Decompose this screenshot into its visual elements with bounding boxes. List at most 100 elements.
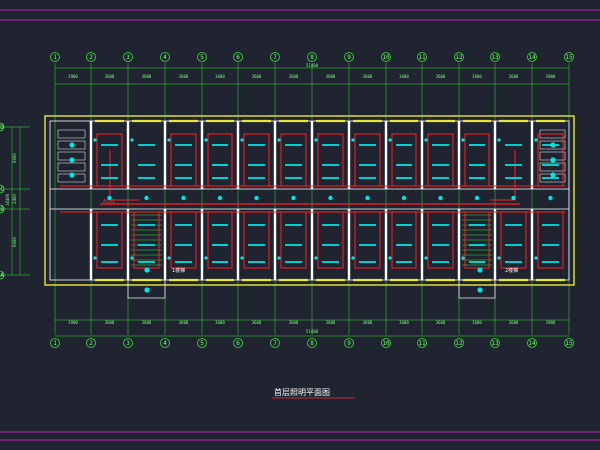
axis-number-bottom: 1 — [53, 340, 57, 347]
axis-number-top: 4 — [163, 54, 167, 61]
switch-icon — [167, 138, 171, 142]
bottom-dimension: 3600 — [105, 320, 115, 325]
axis-number-bottom: 15 — [565, 340, 573, 347]
corridor-light — [328, 195, 333, 201]
axis-number-top: 1 — [53, 54, 57, 61]
left-dimension: 6000 — [12, 237, 17, 247]
top-dimension: 3600 — [142, 74, 152, 79]
switch-icon — [388, 138, 392, 142]
corridor-light — [438, 195, 443, 201]
wiring-feeder-right — [490, 150, 516, 201]
floor-plan-drawing: 1122334455667788991010111112121313141415… — [0, 9, 600, 441]
bottom-dimension: 3600 — [436, 320, 446, 325]
axis-number-bottom: 7 — [273, 340, 277, 347]
bottom-dimension: 3600 — [326, 320, 336, 325]
top-dimension: 3600 — [436, 74, 446, 79]
ceiling-light — [69, 172, 75, 178]
switch-icon — [497, 256, 501, 260]
top-dimension: 3600 — [509, 74, 519, 79]
axis-number-bottom: 14 — [528, 340, 536, 347]
switch-icon — [204, 138, 208, 142]
bottom-dimension: 3600 — [399, 320, 409, 325]
bottom-dimension: 3600 — [252, 320, 262, 325]
bottom-total-dimension: 51400 — [306, 329, 319, 334]
wiring-lower-room — [170, 212, 197, 269]
switch-icon — [497, 138, 501, 142]
top-dimension: 3600 — [399, 74, 409, 79]
axis-number-top: 15 — [565, 54, 573, 61]
axis-number-bottom: 3 — [126, 340, 130, 347]
top-dimension: 3600 — [472, 74, 482, 79]
axis-number-bottom: 4 — [163, 340, 167, 347]
corridor-light — [401, 195, 407, 201]
wiring-lower-room — [207, 212, 233, 269]
switch-icon — [93, 138, 97, 142]
ceiling-light — [144, 287, 150, 293]
corridor-light — [511, 195, 516, 201]
ceiling-light — [69, 157, 75, 163]
axis-number-bottom: 10 — [382, 340, 390, 347]
switch-icon — [351, 256, 355, 260]
ceiling-light — [144, 267, 150, 273]
axis-labels: 1122334455667788991010111112121313141415… — [0, 54, 573, 347]
axis-number-top: 7 — [273, 54, 277, 61]
toilet-stall — [57, 129, 86, 139]
ceiling-light — [550, 142, 556, 148]
switch-icon — [93, 256, 97, 260]
corridor-light — [254, 195, 259, 201]
axis-number-bottom: 2 — [89, 340, 93, 347]
left-dimension: 6000 — [12, 153, 17, 163]
left-dimension: 2400 — [12, 194, 17, 204]
switch-icon — [534, 256, 538, 260]
toilet-stall — [57, 162, 86, 172]
row-label: A — [0, 272, 4, 279]
corridor-light — [291, 195, 296, 201]
axis-number-top: 14 — [528, 54, 536, 61]
switch-icon — [277, 256, 281, 260]
corridor-light — [144, 195, 149, 201]
ceiling-light — [69, 142, 75, 148]
stair-left-label: 1楼梯 — [172, 267, 185, 274]
axis-number-top: 13 — [491, 54, 499, 61]
left-total-dimension: 14400 — [5, 193, 10, 206]
axis-grid — [0, 52, 574, 348]
top-dimension: 3600 — [289, 74, 299, 79]
wiring-lower-room — [354, 212, 381, 269]
ceiling-light — [550, 172, 556, 178]
switch-icon — [240, 256, 244, 260]
wiring-lower-room — [280, 212, 307, 269]
top-dimension: 3600 — [215, 74, 225, 79]
axis-number-top: 6 — [236, 54, 240, 61]
axis-number-bottom: 13 — [491, 340, 499, 347]
axis-number-bottom: 6 — [236, 340, 240, 347]
distribution-box-label: ALx1 — [103, 199, 115, 205]
bottom-dimension: 3600 — [472, 320, 482, 325]
wiring-lower-room — [96, 212, 123, 269]
switch-icon — [277, 138, 281, 142]
switch-icon — [130, 138, 134, 142]
axis-number-top: 11 — [418, 54, 426, 61]
ceiling-light — [477, 267, 483, 273]
switch-icon — [534, 138, 538, 142]
axis-number-top: 2 — [89, 54, 93, 61]
bottom-dimension: 3600 — [179, 320, 189, 325]
top-dimension: 3900 — [546, 74, 556, 79]
axis-number-top: 8 — [310, 54, 314, 61]
axis-number-bottom: 12 — [455, 340, 463, 347]
bottom-dimension: 3600 — [509, 320, 519, 325]
switch-icon — [461, 138, 465, 142]
top-dimension: 3600 — [252, 74, 262, 79]
row-label: C — [0, 186, 4, 193]
wiring-lower-room — [537, 212, 564, 269]
switch-icon — [314, 256, 318, 260]
switch-icon — [424, 256, 428, 260]
light-fixtures — [69, 138, 559, 293]
top-dimension: 3900 — [68, 74, 78, 79]
top-dimension: 3600 — [363, 74, 373, 79]
switch-icon — [240, 138, 244, 142]
bottom-dimension: 3600 — [142, 320, 152, 325]
wiring-lower-room — [391, 212, 417, 269]
bottom-dimension: 3600 — [363, 320, 373, 325]
switch-icon — [314, 138, 318, 142]
axis-number-top: 5 — [200, 54, 204, 61]
